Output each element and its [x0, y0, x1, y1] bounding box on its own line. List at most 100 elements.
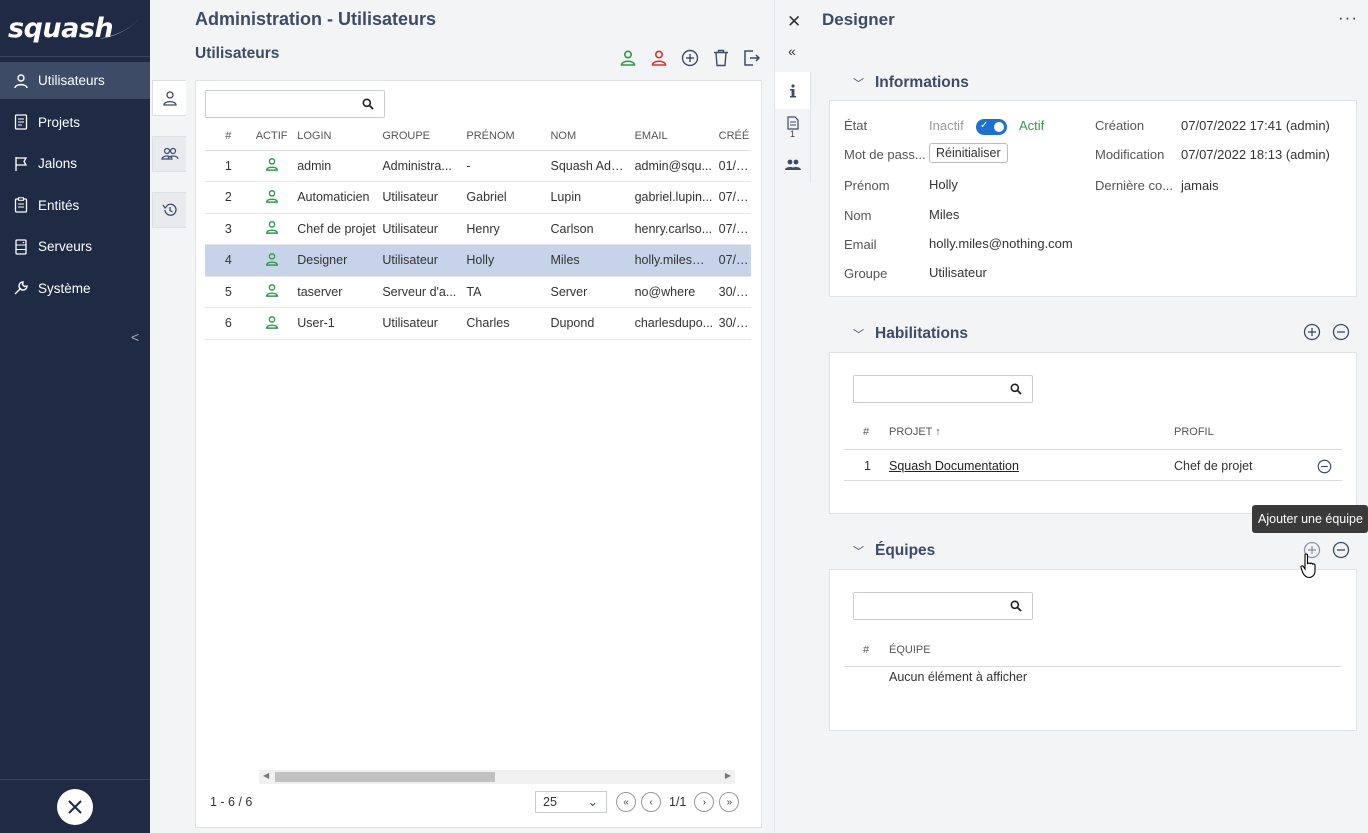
- cell-prenom: -: [462, 150, 547, 182]
- tab-equipes[interactable]: [775, 146, 810, 183]
- reset-password-button[interactable]: Réinitialiser: [929, 143, 1008, 163]
- col-header-email[interactable]: EMAIL: [630, 123, 715, 151]
- informations-section-header[interactable]: ﹀ Informations: [853, 74, 969, 92]
- scroll-left-icon[interactable]: ◀: [263, 771, 269, 780]
- squash-logo[interactable]: squash: [0, 0, 150, 57]
- remove-team-icon[interactable]: [1331, 540, 1351, 560]
- col-header-num[interactable]: #: [863, 426, 869, 438]
- mot-de-passe-label: Mot de pass...: [844, 147, 926, 162]
- table-row[interactable]: 1 admin Administra... - Squash Adm... ad…: [205, 150, 751, 182]
- col-header-cree-le[interactable]: CRÉÉ L: [714, 123, 751, 151]
- table-row[interactable]: 5 taserver Serveur d'a... TA Server no@w…: [205, 276, 751, 308]
- sidebar-item-systeme[interactable]: Système: [0, 270, 150, 307]
- habilitations-section-header[interactable]: ﹀ Habilitations: [853, 325, 968, 343]
- remove-row-icon[interactable]: [1314, 456, 1334, 476]
- sidebar-item-serveurs[interactable]: Serveurs: [0, 228, 150, 265]
- equipes-search-input[interactable]: [854, 593, 1004, 619]
- email-value[interactable]: holly.miles@nothing.com: [929, 236, 1073, 251]
- scrollbar-thumb[interactable]: [275, 772, 495, 782]
- col-header-actif[interactable]: ACTIF: [251, 123, 294, 151]
- tab-habilitations[interactable]: 1: [775, 109, 810, 146]
- remove-habilitation-icon[interactable]: [1331, 322, 1351, 342]
- page-size-select[interactable]: 25 ⌄: [535, 791, 607, 813]
- sidebar-item-jalons[interactable]: Jalons: [0, 145, 150, 182]
- close-admin-button[interactable]: [57, 788, 93, 825]
- add-icon[interactable]: [680, 48, 700, 68]
- col-header-groupe[interactable]: GROUPE: [378, 123, 463, 151]
- col-header-login[interactable]: LOGIN: [293, 123, 379, 151]
- main-content: Administration - Utilisateurs Utilisateu…: [150, 0, 774, 833]
- table-row[interactable]: 6 User-1 Utilisateur Charles Dupond char…: [205, 307, 751, 340]
- active-user-icon: [266, 189, 279, 203]
- table-row[interactable]: 2 Automaticien Utilisateur Gabriel Lupin…: [205, 181, 751, 214]
- sidebar-item-utilisateurs[interactable]: Utilisateurs: [0, 62, 150, 99]
- user-detail-panel: ✕ Designer ··· « 1 ﹀ Informations État I…: [774, 0, 1368, 833]
- habilitation-profile[interactable]: Chef de projet: [1174, 459, 1253, 473]
- table-row[interactable]: 3 Chef de projet Utilisateur Henry Carls…: [205, 213, 751, 245]
- cell-num: 3: [205, 213, 252, 245]
- collapse-sidebar-icon[interactable]: <: [131, 329, 139, 345]
- users-toolbar: [618, 48, 762, 68]
- search-input[interactable]: [206, 91, 356, 117]
- previous-page-button[interactable]: ‹: [641, 792, 661, 812]
- habilitations-search-input[interactable]: [854, 376, 1004, 402]
- divider: [844, 449, 1342, 450]
- col-header-profil[interactable]: PROFIL: [1174, 426, 1214, 438]
- deactivate-user-icon[interactable]: [649, 48, 669, 68]
- logo-swoosh-icon: [99, 17, 140, 39]
- delete-icon[interactable]: [711, 48, 731, 68]
- groupe-label: Groupe: [844, 266, 888, 281]
- cell-num: 4: [205, 244, 252, 277]
- tab-information[interactable]: [775, 72, 810, 109]
- cell-email: henry.carlso...: [630, 213, 715, 245]
- col-header-projet[interactable]: PROJET ↑: [889, 426, 941, 438]
- col-header-nom[interactable]: NOM: [546, 123, 631, 151]
- habilitations-search: [853, 375, 1033, 403]
- last-page-button[interactable]: »: [719, 792, 740, 812]
- more-options-icon[interactable]: ···: [1338, 8, 1358, 28]
- tab-history[interactable]: [152, 192, 186, 228]
- prenom-value[interactable]: Holly: [929, 177, 958, 192]
- col-header-equipe[interactable]: ÉQUIPE: [889, 644, 931, 656]
- chevron-down-icon: ⌄: [587, 795, 598, 809]
- sidebar-item-projets[interactable]: Projets: [0, 104, 150, 141]
- cell-num: 5: [205, 276, 252, 308]
- tab-teams[interactable]: [152, 136, 186, 172]
- add-habilitation-icon[interactable]: [1302, 322, 1322, 342]
- nom-value[interactable]: Miles: [929, 207, 959, 222]
- col-header-num[interactable]: #: [863, 644, 869, 656]
- cell-email: admin@squ...: [630, 150, 715, 182]
- active-toggle[interactable]: ✓: [976, 119, 1007, 135]
- col-header-num[interactable]: #: [205, 123, 252, 151]
- info-icon: [789, 83, 796, 97]
- horizontal-scrollbar[interactable]: ◀ ▶: [259, 770, 735, 784]
- equipes-section-header[interactable]: ﹀ Équipes: [853, 542, 935, 560]
- tab-users[interactable]: [152, 80, 186, 116]
- pagination-info: 1 - 6 / 6: [210, 795, 253, 809]
- activate-user-icon[interactable]: [618, 48, 638, 68]
- table-row-selected[interactable]: 4 Designer Utilisateur Holly Miles holly…: [205, 244, 751, 277]
- close-detail-button[interactable]: ✕: [787, 12, 801, 32]
- active-user-icon: [266, 252, 279, 266]
- cell-nom: Carlson: [546, 213, 631, 245]
- detail-title: Designer: [822, 10, 895, 29]
- collapse-detail-icon[interactable]: «: [788, 43, 796, 59]
- export-icon[interactable]: [742, 48, 762, 68]
- groupe-value[interactable]: Utilisateur: [929, 265, 987, 280]
- next-page-button[interactable]: ›: [694, 792, 715, 812]
- habilitation-num: 1: [864, 459, 871, 473]
- chevron-down-icon: ﹀: [853, 78, 864, 90]
- sidebar-item-label: Utilisateurs: [38, 73, 105, 88]
- sidebar-item-label: Entités: [38, 197, 80, 213]
- sidebar-item-entites[interactable]: Entités: [0, 187, 150, 224]
- search-icon[interactable]: [1010, 383, 1022, 395]
- search-icon[interactable]: [1010, 600, 1022, 612]
- active-user-icon: [266, 315, 279, 329]
- habilitation-project-link[interactable]: Squash Documentation: [889, 459, 1019, 473]
- col-header-prenom[interactable]: PRÉNOM: [462, 123, 547, 151]
- col-header-projet-label: PROJET: [889, 426, 933, 438]
- search-icon[interactable]: [362, 98, 374, 110]
- first-page-button[interactable]: «: [616, 792, 636, 812]
- scroll-right-icon[interactable]: ▶: [725, 771, 731, 780]
- habilitations-count-badge: 1: [789, 129, 795, 139]
